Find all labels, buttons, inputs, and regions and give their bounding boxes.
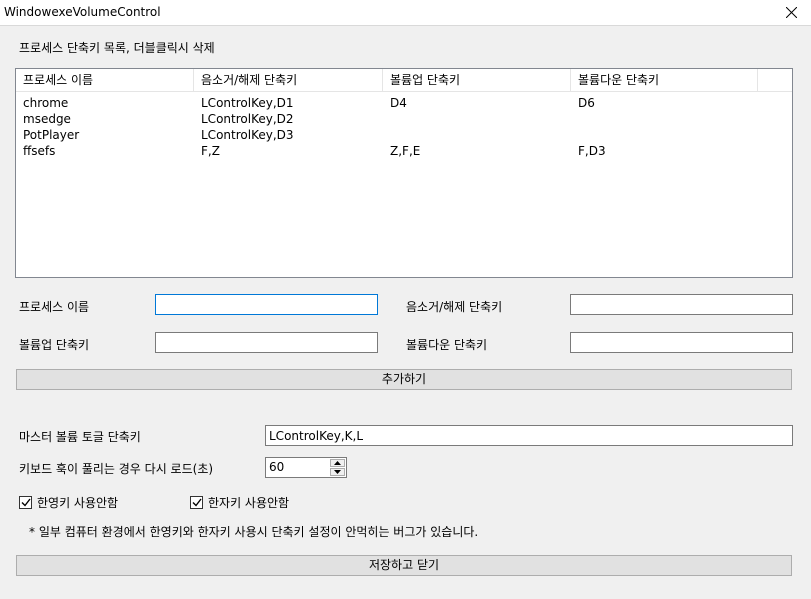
stepper-down-button[interactable] [330,468,345,476]
voldown-shortcut-input[interactable] [570,332,793,353]
disable-hangul-checkbox[interactable]: 한영키 사용안함 [19,494,118,511]
cell-volup: D4 [390,96,407,110]
cell-voldown [571,111,578,127]
title-bar: WindowexeVolumeControl [0,0,811,26]
cell-volup: Z,F,E [390,144,421,158]
checkbox-box[interactable] [19,496,32,509]
column-header-voldown[interactable]: 볼륨다운 단축키 [571,69,758,91]
table-row[interactable]: chrome LControlKey,D1 D4 D6 [16,95,792,111]
cell-voldown: D6 [578,96,595,110]
list-label: 프로세스 단축키 목록, 더블클릭시 삭제 [19,41,215,55]
bug-note: * 일부 컴퓨터 환경에서 한영키와 한자키 사용시 단축키 설정이 안먹히는 … [29,525,479,539]
reload-interval-label: 키보드 훅이 풀리는 경우 다시 로드(초) [19,462,214,476]
volup-shortcut-label: 볼륨업 단축키 [19,338,90,352]
cell-voldown: F,D3 [578,144,606,158]
cell-voldown [571,127,578,143]
cell-process: ffsefs [23,144,56,158]
process-list[interactable]: 프로세스 이름 음소거/해제 단축키 볼륨업 단축키 볼륨다운 단축키 chro… [15,68,793,278]
list-header: 프로세스 이름 음소거/해제 단축키 볼륨업 단축키 볼륨다운 단축키 [16,69,792,92]
master-toggle-input[interactable] [265,425,793,446]
volup-shortcut-input[interactable] [155,332,378,353]
cell-volup [383,127,390,143]
mute-shortcut-label: 음소거/해제 단축키 [406,300,503,314]
voldown-shortcut-label: 볼륨다운 단축키 [406,338,488,352]
save-and-close-button[interactable]: 저장하고 닫기 [16,555,792,576]
close-button[interactable] [771,0,811,25]
reload-interval-value: 60 [269,460,285,474]
process-name-input[interactable] [155,294,378,315]
column-header-process[interactable]: 프로세스 이름 [16,69,194,91]
column-header-volup[interactable]: 볼륨업 단축키 [383,69,571,91]
stepper-up-button[interactable] [330,459,345,467]
chevron-down-icon [334,470,341,474]
disable-hangul-label: 한영키 사용안함 [37,496,119,510]
checkmark-icon [21,498,31,507]
cell-process: chrome [23,96,69,110]
process-name-label: 프로세스 이름 [19,300,90,314]
cell-process: msedge [23,112,71,126]
table-row[interactable]: ffsefs F,Z Z,F,E F,D3 [16,143,792,159]
master-toggle-label: 마스터 볼륨 토글 단축키 [19,430,141,444]
table-row[interactable]: PotPlayer LControlKey,D3 [16,127,792,143]
cell-mute: LControlKey,D2 [201,112,294,126]
window-title: WindowexeVolumeControl [4,5,161,19]
mute-shortcut-input[interactable] [570,294,793,315]
disable-hanja-checkbox[interactable]: 한자키 사용안함 [190,494,289,511]
checkmark-icon [192,498,202,507]
cell-volup [383,111,390,127]
table-row[interactable]: msedge LControlKey,D2 [16,111,792,127]
cell-mute: LControlKey,D3 [201,128,294,142]
close-icon [785,7,797,18]
chevron-up-icon [334,461,341,465]
cell-process: PotPlayer [23,128,80,142]
reload-interval-stepper[interactable]: 60 [265,457,347,478]
column-header-mute[interactable]: 음소거/해제 단축키 [194,69,383,91]
disable-hanja-label: 한자키 사용안함 [208,496,290,510]
cell-mute: F,Z [201,144,220,158]
add-button[interactable]: 추가하기 [16,369,792,390]
checkbox-box[interactable] [190,496,203,509]
cell-mute: LControlKey,D1 [201,96,294,110]
